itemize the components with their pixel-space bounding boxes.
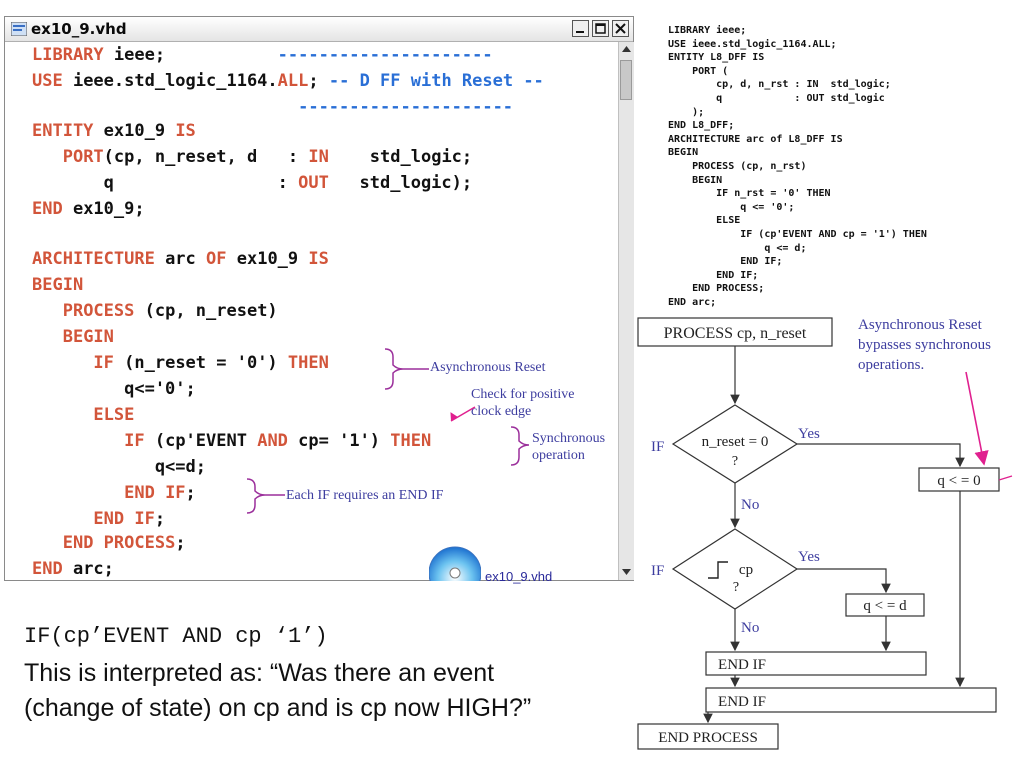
cond1-line-1: n_reset = 0 [702,434,769,450]
no1-label: No [741,497,759,513]
cond2-line-1: cp [739,562,753,578]
if2-label: IF [651,563,664,579]
no2-label: No [741,620,759,636]
annotation-sync-operation: Synchronous operation [532,431,606,463]
editor-window: ex10_9.vhd LIBRARY ieee; ---------------… [4,16,634,584]
if1-label: IF [651,439,664,455]
end-if-inner-label: END IF [718,657,766,673]
cond2-line-2: ? [733,580,739,595]
bottom-code-expression: IF(cp’EVENT AND cp ‘1’) [24,624,328,649]
decision-clock [671,528,799,610]
annotation-end-if: Each IF requires an END IF [286,488,444,503]
note-line-3: operations. [858,357,924,373]
yes2-label: Yes [798,549,820,565]
end-if-outer-label: END IF [718,694,766,710]
annotation-check-edge: Check for positive clock edge [471,387,575,419]
code-listing-right: LIBRARY ieee; USE ieee.std_logic_1164.AL… [668,25,927,308]
cd-disc-icon[interactable] [429,545,481,581]
bottom-explanation: This is interpreted as: “Was there an ev… [24,659,532,722]
note-line-1: Asynchronous Reset [858,317,983,333]
note-line-2: bypasses synchronous [858,337,991,353]
yes1-label: Yes [798,426,820,442]
annotation-async-reset: Asynchronous Reset [430,360,546,375]
file-label: ex10_9.vhd [485,569,553,584]
assign-q0-label: q < = 0 [937,473,980,489]
flowchart: PROCESS cp, n_reset Asynchronous Reset b… [637,317,1013,750]
cond1-line-2: ? [732,454,738,469]
end-process-label: END PROCESS [658,730,758,746]
process-label: PROCESS cp, n_reset [664,325,807,342]
assign-qd-label: q < = d [863,598,907,614]
